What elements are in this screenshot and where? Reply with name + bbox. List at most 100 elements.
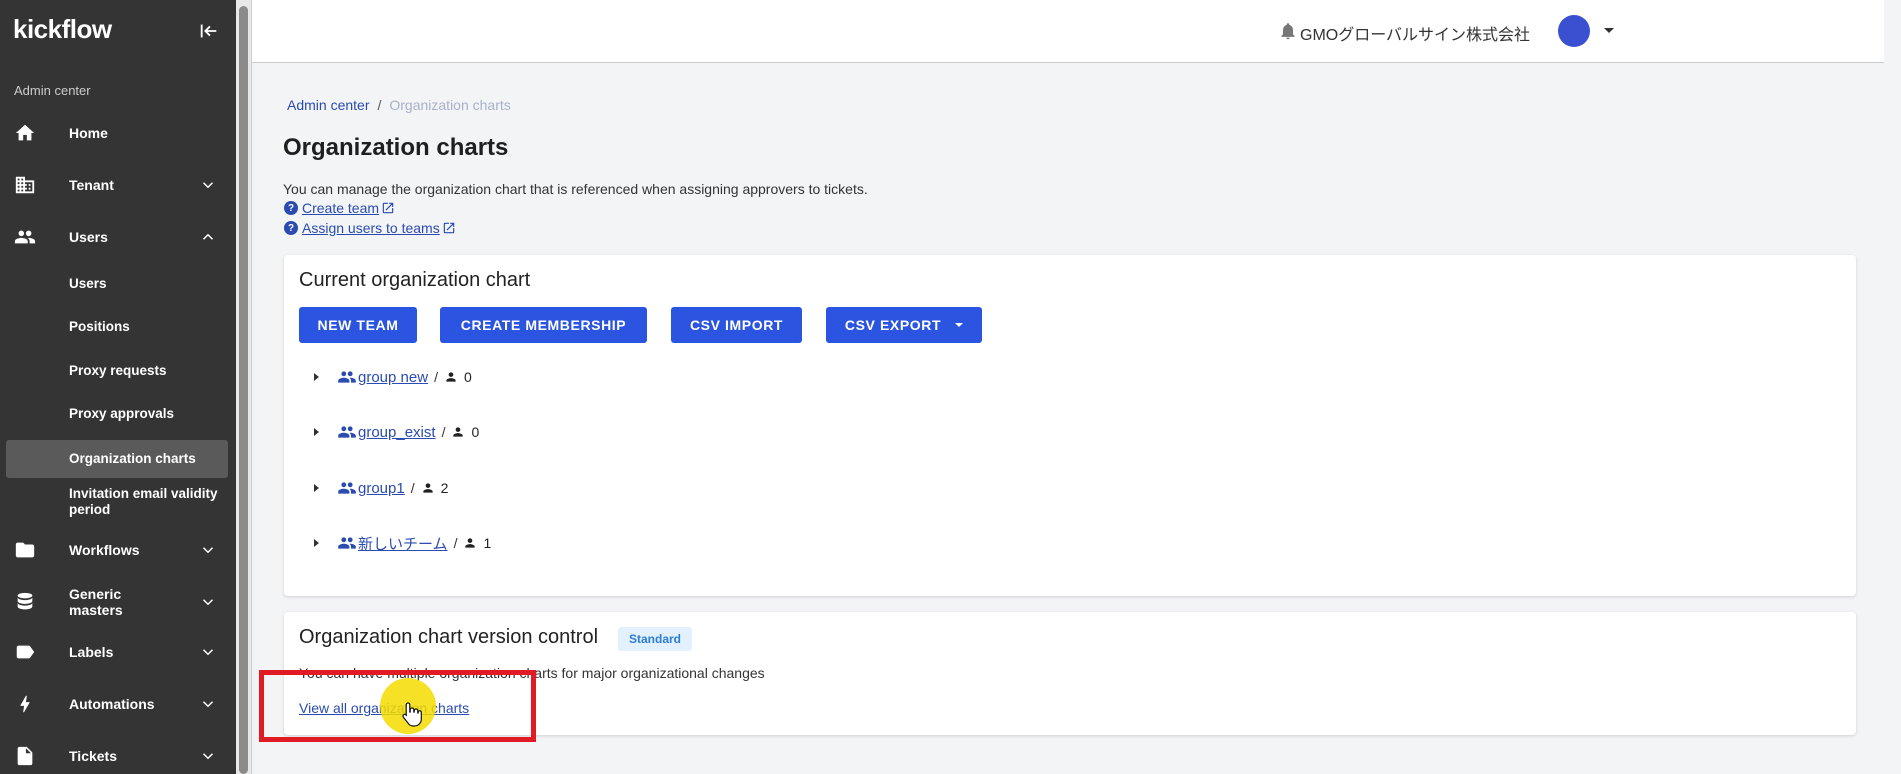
hand-pointer-icon [402,702,422,727]
team-name-link[interactable]: group_exist [358,424,436,441]
csv-export-button[interactable]: CSV EXPORT [826,307,982,343]
sidebar-item-tickets[interactable]: Tickets [0,736,236,774]
sidebar-subitem-label: Positions [69,319,130,334]
bolt-icon [14,693,36,715]
people-icon [14,226,36,248]
help-icon: ? [284,201,298,215]
folder-icon [14,539,36,561]
team-row[interactable]: 新しいチーム / 1 [314,532,491,554]
create-membership-button[interactable]: CREATE MEMBERSHIP [440,307,647,343]
sidebar-item-users[interactable]: Users [0,217,236,257]
page-description: You can manage the organization chart th… [283,181,868,197]
sidebar-subitem-label: Proxy requests [69,363,167,378]
expand-arrow-icon[interactable] [314,539,319,547]
sidebar-item-label: Workflows [69,542,140,558]
bell-icon[interactable] [1278,20,1298,42]
sidebar-subitem-invitation-email-validity[interactable]: Invitation email validity period [0,484,236,520]
database-icon [14,591,36,613]
team-name-link[interactable]: group1 [358,480,405,497]
sidebar-item-automations[interactable]: Automations [0,684,236,724]
sidebar-item-label: Automations [69,696,155,712]
sidebar-item-home[interactable]: Home [0,113,236,153]
top-bar [252,0,1884,63]
sidebar-item-generic-masters[interactable]: Generic masters [0,582,236,622]
team-name-link[interactable]: group new [358,369,428,386]
app-logo[interactable]: kickflow [13,14,112,45]
sidebar-subitem-label: Invitation email validity period [69,486,218,517]
sidebar-subitem-organization-charts[interactable]: Organization charts [6,440,228,478]
team-icon [338,537,356,549]
collapse-sidebar-icon[interactable] [198,20,220,42]
team-row[interactable]: group_exist / 0 [314,421,479,443]
person-icon [446,372,456,382]
sidebar-subitem-proxy-approvals[interactable]: Proxy approvals [0,396,236,432]
page-scrollbar-area [1884,0,1901,774]
csv-import-button[interactable]: CSV IMPORT [671,307,802,343]
sidebar-item-labels[interactable]: Labels [0,632,236,672]
sidebar-subitem-label: Users [69,276,107,291]
sidebar-subitem-label: Organization charts [69,451,196,466]
chevron-down-icon [202,182,214,189]
scrollbar-thumb[interactable] [239,6,248,774]
member-count: 0 [463,369,472,385]
breadcrumb-current: Organization charts [389,97,511,113]
avatar[interactable] [1558,15,1590,47]
team-row[interactable]: group new / 0 [314,366,472,388]
sidebar: kickflow Admin center Home Tenant Users … [0,0,236,774]
chevron-down-icon [202,753,214,760]
team-icon [338,371,356,383]
external-link-icon [443,222,454,234]
breadcrumb-separator: / [377,97,382,113]
csv-export-label: CSV EXPORT [844,317,942,333]
member-count: 0 [471,424,480,440]
breadcrumb-admin-center[interactable]: Admin center [287,97,369,113]
team-icon [338,482,356,494]
label-icon [14,641,36,663]
sidebar-item-label: Tenant [69,177,114,193]
external-link-icon [382,202,394,214]
assign-users-help-link[interactable]: ? Assign users to teams [284,220,456,236]
chevron-down-icon [202,649,214,656]
team-separator: / [410,480,415,496]
document-icon [14,745,36,767]
building-icon [14,174,36,196]
member-count: 2 [440,480,449,496]
sidebar-subitem-positions[interactable]: Positions [0,309,236,345]
chevron-up-icon [202,233,214,240]
chevron-down-icon [202,547,214,554]
team-separator: / [434,369,438,385]
create-team-help-link[interactable]: ? Create team [284,200,395,216]
expand-arrow-icon[interactable] [314,373,319,381]
caret-down-icon[interactable] [1604,28,1614,33]
sidebar-item-label: Home [69,125,108,141]
team-name-link[interactable]: 新しいチーム [358,533,448,554]
card-title: Organization chart version control [299,626,599,648]
plan-badge: Standard [618,627,693,651]
page-title: Organization charts [283,134,509,161]
sidebar-item-label: Users [69,229,108,245]
person-icon [453,427,464,437]
sidebar-item-label: Labels [69,644,114,660]
help-icon: ? [284,221,298,235]
breadcrumb: Admin center / Organization charts [287,97,511,113]
chevron-down-icon [202,599,214,606]
new-team-button[interactable]: NEW TEAM [299,307,417,343]
home-icon [14,122,36,144]
sidebar-subitem-users[interactable]: Users [0,266,236,302]
chevron-down-icon [202,701,214,708]
help-link-label: Assign users to teams [302,220,440,236]
sidebar-item-tenant[interactable]: Tenant [0,165,236,205]
team-separator: / [441,424,446,440]
sidebar-subitem-label: Proxy approvals [69,406,175,421]
expand-arrow-icon[interactable] [314,428,319,436]
sidebar-subitem-proxy-requests[interactable]: Proxy requests [0,353,236,389]
expand-arrow-icon[interactable] [314,484,319,492]
sidebar-item-label: Generic masters [69,586,123,618]
member-count: 1 [483,535,492,551]
team-row[interactable]: group1 / 2 [314,477,448,499]
section-label-admin-center: Admin center [14,83,91,98]
card-title: Current organization chart [299,269,531,291]
sidebar-item-workflows[interactable]: Workflows [0,530,236,570]
sidebar-scrollbar[interactable] [236,0,252,774]
organization-name[interactable]: GMOグローバルサイン株式会社 [1300,21,1530,45]
